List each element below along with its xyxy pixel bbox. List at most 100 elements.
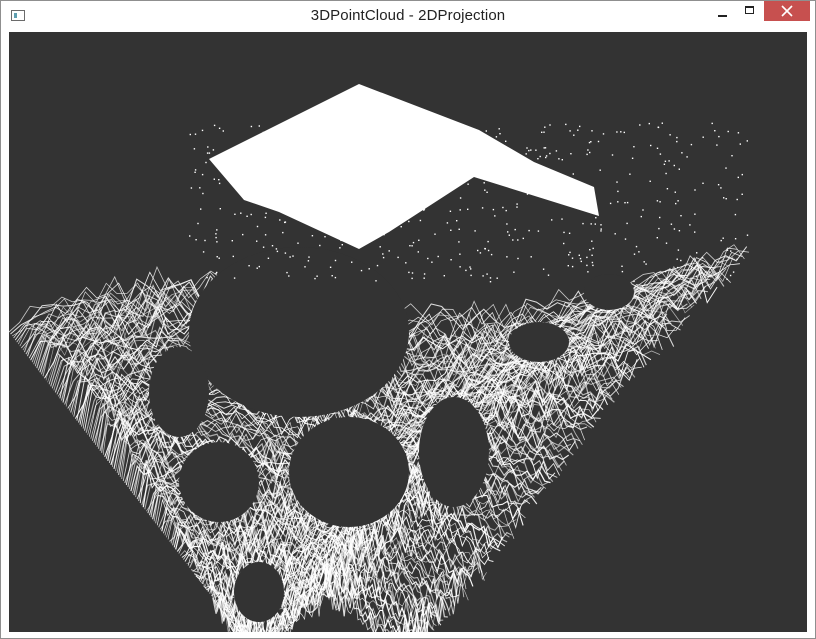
cloud-point [469,266,471,268]
cloud-point [388,250,390,252]
cloud-point [592,247,594,250]
cloud-point [673,164,675,167]
cloud-point [580,260,582,263]
cloud-point [216,271,218,274]
cloud-point [347,208,349,210]
cloud-point [255,180,258,183]
cloud-point [264,216,267,219]
maximize-button[interactable] [736,1,765,23]
cloud-point [516,181,518,184]
cloud-point [307,260,310,262]
cloud-point [708,271,711,273]
cloud-point [486,273,488,275]
cloud-point [195,239,197,241]
cloud-point [233,277,236,279]
cloud-point [668,160,670,162]
cloud-point [213,124,216,127]
cloud-point [455,138,457,141]
cloud-point [726,278,728,280]
cloud-point [201,173,204,176]
cloud-point [494,153,496,155]
cloud-point [397,256,399,259]
cloud-point [591,130,593,132]
cloud-point [492,208,495,211]
cloud-point [368,268,370,270]
cloud-point [673,228,676,230]
cloud-point [621,270,624,273]
cloud-point [364,128,367,130]
cloud-point [543,131,545,133]
cloud-point [696,252,698,254]
cloud-point [590,223,592,225]
cloud-point [624,238,627,240]
cloud-point [635,245,638,248]
cloud-point [680,215,682,217]
cloud-point [567,265,569,267]
cloud-point [617,190,619,193]
cloud-point [593,202,595,204]
cloud-point [459,266,461,268]
cloud-point [467,183,469,185]
cloud-point [459,124,461,126]
cloud-point [481,207,484,209]
cloud-point [242,233,244,236]
cloud-point [525,153,527,155]
cloud-point [256,267,258,269]
cloud-point [264,234,267,236]
cloud-point [490,253,493,256]
cloud-point [570,193,572,195]
cloud-point [339,247,341,249]
cloud-point [430,142,433,144]
cloud-point [562,182,564,185]
cloud-point [309,176,311,178]
title-bar[interactable]: 3DPointCloud - 2DProjection [1,1,815,32]
cloud-point [379,222,381,224]
cloud-point [674,191,676,193]
cloud-point [681,152,683,154]
point-cloud-viewport[interactable] [9,32,807,632]
cloud-point [587,149,589,151]
cloud-point [314,200,316,202]
cloud-point [482,275,484,277]
cloud-point [453,132,455,135]
cloud-void [179,442,259,522]
cloud-point [400,226,402,228]
cloud-point [374,124,377,126]
cloud-point [656,237,658,239]
cloud-point [587,271,589,273]
cloud-point [677,200,679,202]
cloud-point [248,265,250,267]
cloud-point [377,215,380,218]
cloud-point [411,277,413,280]
cloud-point [276,250,279,253]
cloud-point [348,148,350,150]
cloud-point [240,212,242,214]
cloud-point [535,149,537,151]
cloud-point [408,271,410,274]
cloud-point [700,272,702,275]
cloud-point [379,246,381,248]
cloud-point [339,224,341,227]
cloud-point [446,141,448,144]
cloud-point [360,192,362,194]
cloud-point [650,144,652,147]
cloud-point [690,267,693,270]
cloud-point [486,191,488,193]
cloud-point [664,270,667,273]
cloud-point [408,126,410,128]
cloud-point [555,150,558,152]
cloud-point [686,156,688,158]
cloud-point [303,213,305,215]
close-button[interactable] [764,1,810,21]
cloud-point [657,126,659,128]
minimize-button[interactable] [708,1,737,23]
cloud-point [386,163,388,165]
cloud-point [591,261,594,264]
cloud-point [348,145,351,148]
cloud-point [571,265,574,268]
cloud-point [293,151,295,153]
cloud-point [215,236,217,239]
cloud-point [526,147,528,149]
cloud-point [250,213,252,216]
cloud-point [732,271,735,273]
